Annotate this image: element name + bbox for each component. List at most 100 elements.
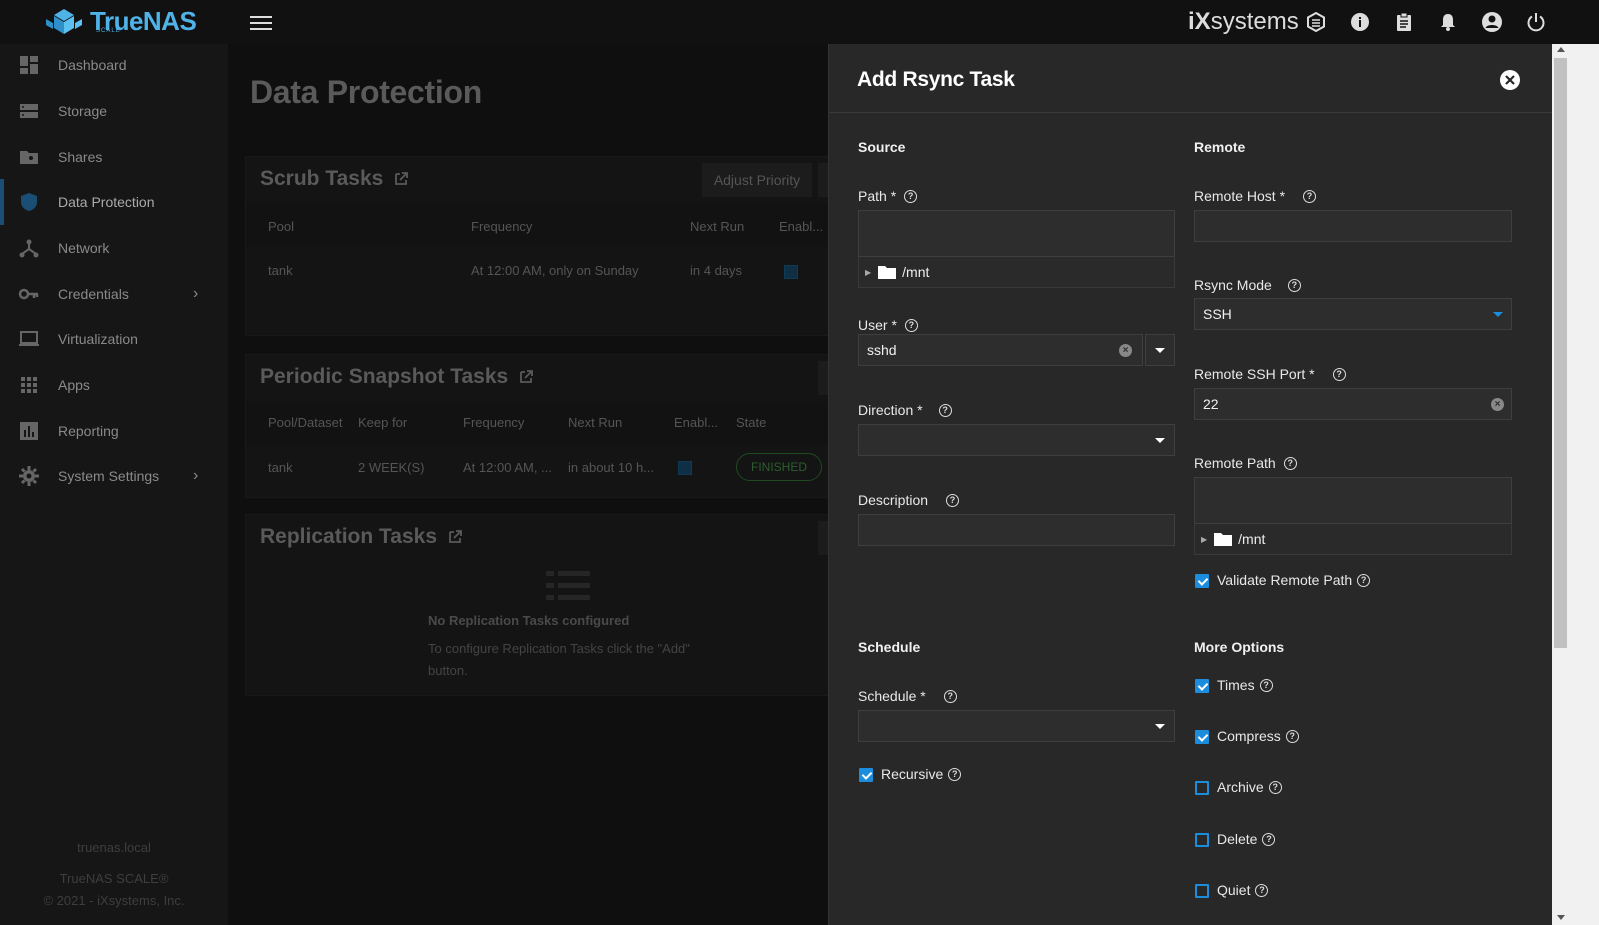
- scrollbar-thumb[interactable]: [1554, 58, 1567, 648]
- brand-edition: SCALE: [96, 28, 121, 34]
- path-tree[interactable]: ▶ /mnt: [858, 257, 1175, 288]
- compress-checkbox[interactable]: [1195, 730, 1209, 744]
- col-keep-for[interactable]: Keep for: [358, 415, 407, 430]
- sidebar-item-dashboard[interactable]: Dashboard: [0, 42, 228, 88]
- help-icon[interactable]: ?: [904, 318, 918, 332]
- scroll-down-arrow-icon[interactable]: [1557, 915, 1565, 920]
- remote-path-tree[interactable]: ▶ /mnt: [1194, 524, 1512, 555]
- col-frequency[interactable]: Frequency: [471, 219, 532, 234]
- sidebar-item-apps[interactable]: Apps: [0, 362, 228, 408]
- clear-icon[interactable]: ×: [1491, 398, 1504, 411]
- quiet-checkbox[interactable]: [1195, 884, 1209, 898]
- col-pool[interactable]: Pool: [268, 219, 294, 234]
- table-cell: 2 WEEK(S): [358, 460, 425, 475]
- close-icon[interactable]: [1499, 69, 1521, 91]
- enabled-checkbox[interactable]: [678, 461, 692, 475]
- sidebar-item-storage[interactable]: Storage: [0, 88, 228, 134]
- power-icon[interactable]: [1524, 10, 1548, 34]
- replication-tasks-card: Replication Tasks No Replication Tasks c…: [245, 514, 828, 696]
- enabled-checkbox[interactable]: [784, 265, 798, 279]
- add-snapshot-button[interactable]: [818, 361, 828, 395]
- truecommand-icon[interactable]: [1304, 10, 1328, 34]
- empty-text: button.: [428, 663, 468, 678]
- help-icon[interactable]: ?: [1332, 367, 1346, 381]
- sidebar-item-shares[interactable]: Shares: [0, 134, 228, 180]
- sidebar-item-reporting[interactable]: Reporting: [0, 408, 228, 454]
- help-icon[interactable]: ?: [1268, 780, 1282, 794]
- folder-icon: [1214, 533, 1233, 546]
- help-icon[interactable]: ?: [948, 767, 962, 781]
- times-checkbox[interactable]: [1195, 679, 1209, 693]
- table-cell: At 12:00 AM, ...: [463, 460, 552, 475]
- help-icon[interactable]: ?: [1303, 189, 1317, 203]
- product-name: TrueNAS SCALE®: [59, 871, 169, 886]
- direction-select[interactable]: [858, 424, 1175, 456]
- bell-icon[interactable]: [1436, 10, 1460, 34]
- add-replication-button[interactable]: [818, 521, 828, 555]
- snapshot-tasks-card: Periodic Snapshot Tasks Pool/Dataset Kee…: [245, 354, 828, 498]
- col-next-run[interactable]: Next Run: [568, 415, 622, 430]
- remote-ssh-port-input[interactable]: 22 ×: [1194, 388, 1512, 420]
- scrub-tasks-title[interactable]: Scrub Tasks: [260, 167, 409, 191]
- delete-label: Delete?: [1217, 831, 1276, 847]
- schedule-select[interactable]: [858, 710, 1175, 742]
- user-dropdown-button[interactable]: [1145, 334, 1175, 366]
- help-icon[interactable]: ?: [1357, 573, 1371, 587]
- col-pool-dataset[interactable]: Pool/Dataset: [268, 415, 342, 430]
- sidebar-item-credentials[interactable]: Credentials ›: [0, 271, 228, 317]
- ixsystems-logo[interactable]: iXsystems: [1188, 8, 1299, 36]
- chevron-down-icon: [1493, 312, 1503, 317]
- chevron-down-icon: [1155, 438, 1165, 443]
- path-input[interactable]: [858, 210, 1175, 257]
- expand-arrow-icon[interactable]: ▶: [865, 268, 871, 277]
- direction-label: Direction *?: [858, 402, 952, 418]
- help-icon[interactable]: ?: [1283, 456, 1297, 470]
- table-cell: in 4 days: [690, 263, 743, 278]
- rsync-mode-select[interactable]: SSH: [1194, 298, 1512, 330]
- col-frequency[interactable]: Frequency: [463, 415, 524, 430]
- table-cell: At 12:00 AM, only on Sunday: [471, 263, 639, 278]
- schedule-heading: Schedule: [858, 639, 921, 655]
- clear-icon[interactable]: ×: [1119, 344, 1132, 357]
- info-icon[interactable]: [1348, 10, 1372, 34]
- panel-title: Add Rsync Task: [857, 68, 1015, 91]
- remote-host-input[interactable]: [1194, 210, 1512, 242]
- help-icon[interactable]: ?: [938, 403, 952, 417]
- replication-tasks-title[interactable]: Replication Tasks: [260, 525, 463, 549]
- archive-checkbox[interactable]: [1195, 781, 1209, 795]
- help-icon[interactable]: ?: [904, 189, 918, 203]
- clipboard-icon[interactable]: [1392, 10, 1416, 34]
- col-next-run[interactable]: Next Run: [690, 219, 744, 234]
- col-enabled[interactable]: Enabl...: [779, 219, 823, 234]
- sidebar-item-data-protection[interactable]: Data Protection: [0, 179, 228, 225]
- help-icon[interactable]: ?: [1255, 883, 1269, 897]
- validate-remote-path-checkbox[interactable]: [1195, 574, 1209, 588]
- menu-toggle-icon[interactable]: [250, 12, 272, 32]
- help-icon[interactable]: ?: [1287, 278, 1301, 292]
- col-state[interactable]: State: [736, 415, 766, 430]
- sidebar-item-system-settings[interactable]: System Settings ›: [0, 453, 228, 499]
- times-label: Times?: [1217, 677, 1273, 693]
- add-scrub-button[interactable]: [818, 163, 828, 197]
- user-input[interactable]: sshd ×: [858, 334, 1143, 366]
- copyright: © 2021 - iXsystems, Inc.: [43, 893, 185, 908]
- delete-checkbox[interactable]: [1195, 833, 1209, 847]
- remote-path-input[interactable]: [1194, 477, 1512, 524]
- sidebar-item-network[interactable]: Network: [0, 225, 228, 271]
- help-icon[interactable]: ?: [1259, 678, 1273, 692]
- expand-arrow-icon[interactable]: ▶: [1201, 535, 1207, 544]
- scroll-up-arrow-icon[interactable]: [1557, 47, 1565, 52]
- help-icon[interactable]: ?: [1285, 729, 1299, 743]
- adjust-priority-button[interactable]: Adjust Priority: [702, 163, 812, 197]
- help-icon[interactable]: ?: [1262, 832, 1276, 846]
- validate-remote-path-label: Validate Remote Path?: [1217, 572, 1371, 588]
- account-icon[interactable]: [1480, 10, 1504, 34]
- description-input[interactable]: [858, 514, 1175, 546]
- recursive-checkbox[interactable]: [859, 768, 873, 782]
- tree-node-label: /mnt: [902, 264, 930, 280]
- snapshot-tasks-title[interactable]: Periodic Snapshot Tasks: [260, 365, 534, 389]
- col-enabled[interactable]: Enabl...: [674, 415, 718, 430]
- sidebar-item-virtualization[interactable]: Virtualization: [0, 316, 228, 362]
- help-icon[interactable]: ?: [943, 689, 957, 703]
- help-icon[interactable]: ?: [946, 493, 960, 507]
